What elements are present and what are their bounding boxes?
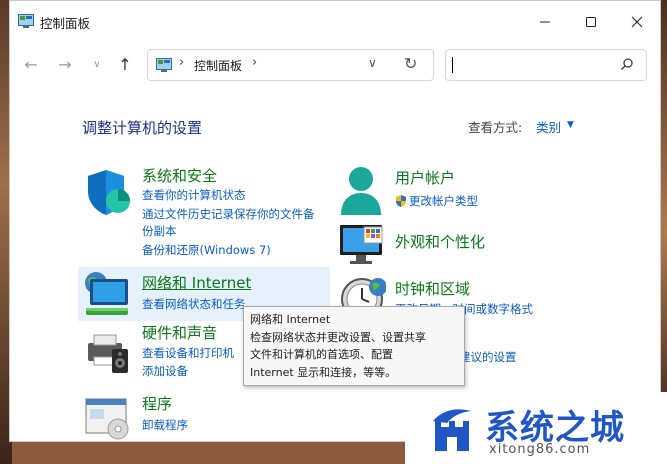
back-button[interactable]: ← <box>20 53 42 75</box>
arrow-left-icon: ← <box>24 54 38 74</box>
view-by-dropdown[interactable]: 类别 <box>536 117 561 136</box>
tooltip-line: 文件和计算机的首选项、配置 <box>250 348 393 361</box>
chevron-right-icon[interactable]: › <box>252 55 257 70</box>
minimize-button[interactable] <box>522 1 568 43</box>
text-cursor <box>452 57 453 73</box>
network-globe-icon[interactable] <box>82 271 132 319</box>
link-file-history-cont[interactable]: 份副本 <box>142 223 177 239</box>
link-devices-printers[interactable]: 查看设备和打印机 <box>142 345 234 361</box>
castle-logo-icon <box>433 409 471 451</box>
watermark-url: xitong86.com <box>489 442 591 457</box>
uac-shield-icon <box>396 195 406 207</box>
user-account-icon[interactable] <box>338 165 384 217</box>
site-watermark: 系统之城 xitong86.com <box>405 392 667 464</box>
view-by-label: 查看方式: <box>468 120 523 135</box>
link-file-history[interactable]: 通过文件历史记录保存你的文件备 <box>142 206 315 222</box>
category-programs[interactable]: 程序 <box>142 393 172 414</box>
minimize-icon <box>540 21 550 23</box>
address-history-dropdown[interactable]: ∨ <box>368 56 377 70</box>
refresh-icon[interactable]: ↻ <box>404 54 417 73</box>
link-add-device[interactable]: 添加设备 <box>142 363 188 379</box>
close-button[interactable] <box>614 1 660 43</box>
tooltip-line: 检查网络状态并更改设置、设置共享 <box>250 330 426 344</box>
page-title: 调整计算机的设置 <box>82 119 203 137</box>
link-network-status[interactable]: 查看网络状态和任务 <box>142 296 246 312</box>
forward-button[interactable]: → <box>54 53 76 75</box>
link-backup-restore[interactable]: 备份和还原(Windows 7) <box>142 242 271 258</box>
tooltip-network-internet: 网络和 Internet 检查网络状态并更改设置、设置共享 文件和计算机的首选项… <box>243 306 465 386</box>
category-appearance[interactable]: 外观和个性化 <box>395 231 485 252</box>
category-hardware-sound[interactable]: 硬件和声音 <box>142 322 217 343</box>
tooltip-line: Internet 显示和连接，等等。 <box>250 365 397 379</box>
control-panel-icon <box>156 58 172 72</box>
tooltip-line: 网络和 Internet <box>250 313 331 326</box>
appearance-monitor-icon[interactable] <box>338 223 386 267</box>
caret-down-icon[interactable]: ▼ <box>567 120 574 130</box>
window-title: 控制面板 <box>40 16 91 31</box>
arrow-up-icon: ↑ <box>118 54 132 74</box>
maximize-icon <box>586 17 596 27</box>
category-system-security[interactable]: 系统和安全 <box>142 165 217 186</box>
up-button[interactable]: ↑ <box>114 53 136 75</box>
arrow-right-icon: → <box>58 54 72 74</box>
programs-icon[interactable] <box>84 397 132 441</box>
title-bar[interactable]: 控制面板 <box>10 1 660 43</box>
address-bar[interactable]: › 控制面板 › ∨ ↻ <box>147 49 434 81</box>
maximize-button[interactable] <box>568 1 614 43</box>
chevron-down-icon: ∨ <box>93 58 101 70</box>
shield-icon[interactable] <box>84 167 132 219</box>
category-clock-region[interactable]: 时钟和区域 <box>395 278 470 299</box>
search-icon[interactable] <box>620 57 634 71</box>
control-panel-icon <box>18 14 34 28</box>
link-view-computer-status[interactable]: 查看你的计算机状态 <box>142 187 246 203</box>
printer-speaker-icon[interactable] <box>84 327 132 375</box>
link-uninstall-program[interactable]: 卸载程序 <box>142 417 188 433</box>
category-user-accounts[interactable]: 用户帐户 <box>395 167 455 188</box>
breadcrumb-control-panel[interactable]: 控制面板 <box>194 57 242 74</box>
link-change-account-type[interactable]: 更改帐户类型 <box>409 193 478 209</box>
category-network-internet[interactable]: 网络和 Internet <box>142 272 251 293</box>
search-input[interactable] <box>445 49 647 81</box>
navigation-bar: ← → ∨ ↑ › 控制面板 › ∨ ↻ <box>10 45 660 85</box>
recent-locations-button[interactable]: ∨ <box>86 53 108 75</box>
close-icon <box>631 16 643 28</box>
chevron-right-icon[interactable]: › <box>179 55 184 70</box>
